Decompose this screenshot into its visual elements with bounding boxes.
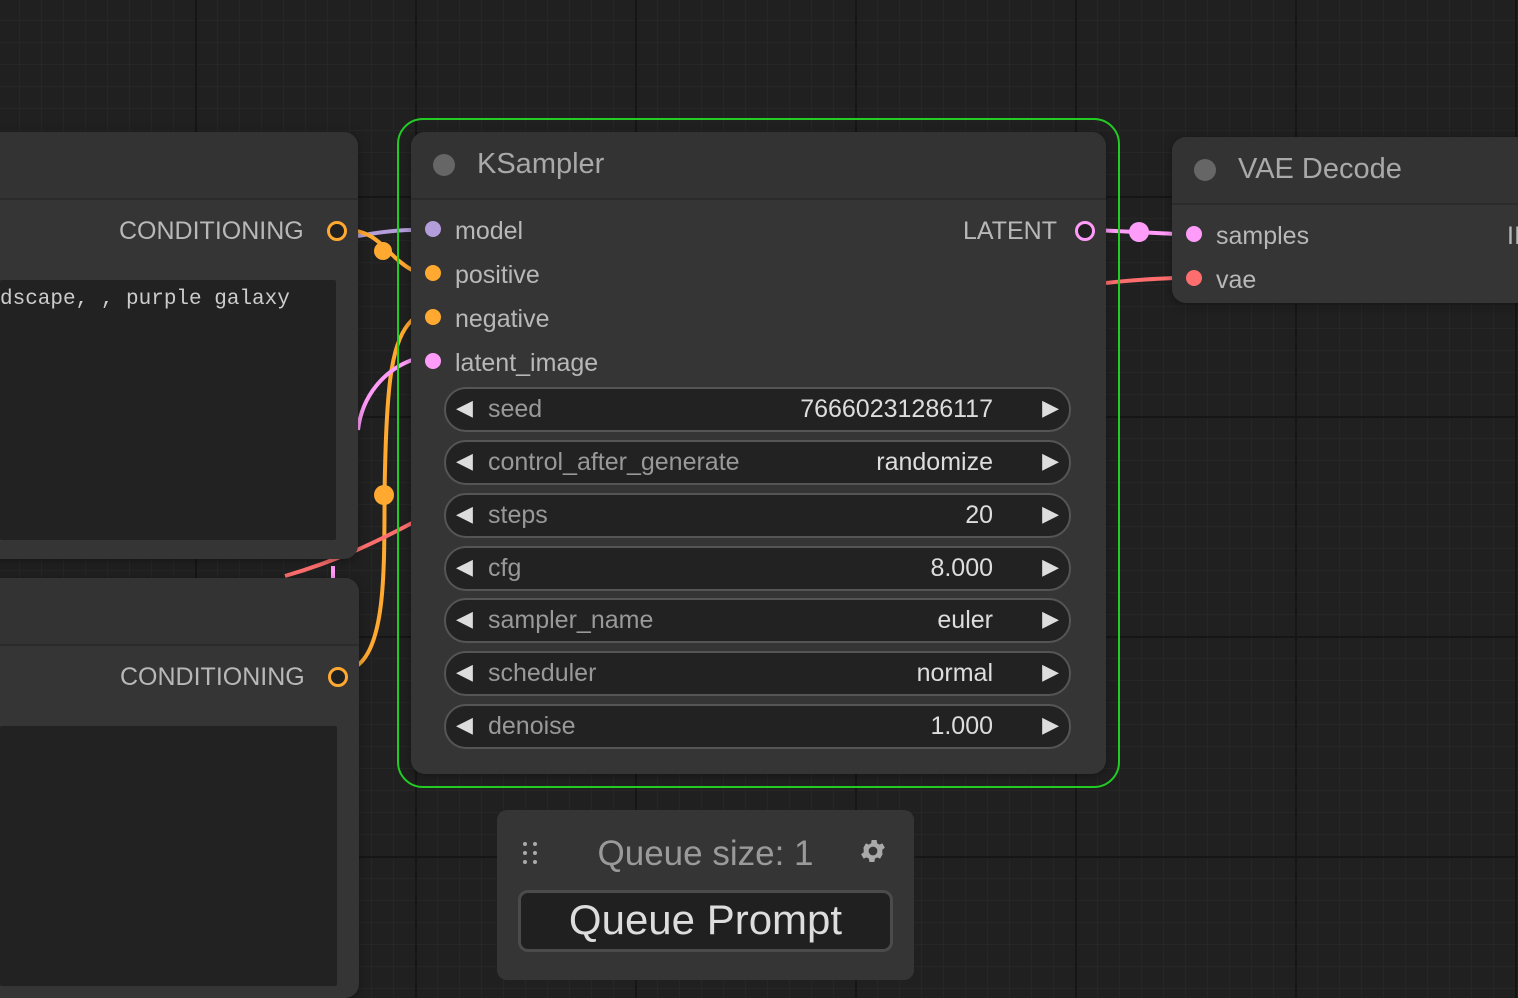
widget-value[interactable]: 8.000 (930, 554, 993, 583)
queue-size-label: Queue size: 1 (597, 834, 814, 873)
widget-seed[interactable]: ◀ seed 76660231286117 ▶ (444, 387, 1071, 432)
increment-arrow-icon[interactable]: ▶ (1042, 448, 1059, 474)
gear-icon[interactable] (858, 836, 888, 866)
input-label-latent-image: latent_image (455, 349, 599, 377)
decrement-arrow-icon[interactable]: ◀ (456, 659, 473, 685)
output-slot-latent[interactable] (1075, 221, 1095, 241)
link-negative-midpoint (374, 485, 394, 505)
widget-name: sampler_name (488, 606, 654, 634)
decrement-arrow-icon[interactable]: ◀ (456, 395, 473, 421)
widget-sampler-name[interactable]: ◀ sampler_name euler ▶ (444, 598, 1071, 643)
input-slot-latent-image[interactable] (425, 353, 441, 369)
node-title-bar[interactable] (0, 132, 358, 200)
decrement-arrow-icon[interactable]: ◀ (456, 712, 473, 738)
clip-text-encode-node-top[interactable]: CONDITIONING dscape, , purple galaxy (0, 132, 358, 559)
link-positive-midpoint (374, 242, 392, 260)
widget-name: seed (488, 395, 543, 423)
input-slot-positive[interactable] (425, 265, 441, 281)
widget-value[interactable]: 20 (965, 501, 993, 530)
node-title: KSampler (477, 148, 605, 180)
widget-scheduler[interactable]: ◀ scheduler normal ▶ (444, 651, 1071, 696)
link-latent-midpoint (1129, 222, 1149, 242)
decrement-arrow-icon[interactable]: ◀ (456, 606, 473, 632)
widget-control-after-generate[interactable]: ◀ control_after_generate randomize ▶ (444, 440, 1071, 485)
widget-value[interactable]: 1.000 (930, 712, 993, 741)
clip-text-encode-node-bottom[interactable]: CONDITIONING (0, 578, 359, 998)
widget-value[interactable]: euler (937, 606, 993, 635)
output-label-conditioning: CONDITIONING (120, 663, 305, 691)
widget-denoise[interactable]: ◀ denoise 1.000 ▶ (444, 704, 1071, 749)
widget-value[interactable]: randomize (876, 448, 993, 477)
output-label-conditioning: CONDITIONING (119, 217, 304, 245)
increment-arrow-icon[interactable]: ▶ (1042, 606, 1059, 632)
increment-arrow-icon[interactable]: ▶ (1042, 554, 1059, 580)
widget-name: scheduler (488, 659, 597, 687)
input-label-samples: samples (1216, 222, 1310, 250)
decrement-arrow-icon[interactable]: ◀ (456, 501, 473, 527)
widget-value[interactable]: normal (917, 659, 993, 688)
output-label-partial: II (1507, 222, 1518, 250)
decrement-arrow-icon[interactable]: ◀ (456, 448, 473, 474)
output-slot-conditioning[interactable] (328, 667, 348, 687)
node-title-bar[interactable] (0, 578, 359, 646)
input-label-negative: negative (455, 305, 550, 333)
increment-arrow-icon[interactable]: ▶ (1042, 712, 1059, 738)
input-label-model: model (455, 217, 524, 245)
output-label-latent: LATENT (963, 217, 1057, 245)
output-slot-conditioning[interactable] (327, 221, 347, 241)
widget-name: denoise (488, 712, 576, 740)
queue-panel: Queue size: 1 Queue Prompt (497, 810, 914, 980)
vae-decode-node[interactable]: VAE Decode samples vae II (1172, 137, 1518, 303)
increment-arrow-icon[interactable]: ▶ (1042, 659, 1059, 685)
decrement-arrow-icon[interactable]: ◀ (456, 554, 473, 580)
widget-cfg[interactable]: ◀ cfg 8.000 ▶ (444, 546, 1071, 591)
input-slot-negative[interactable] (425, 309, 441, 325)
increment-arrow-icon[interactable]: ▶ (1042, 501, 1059, 527)
prompt-textarea[interactable]: dscape, , purple galaxy (0, 280, 336, 540)
widget-name: control_after_generate (488, 448, 740, 476)
widget-name: steps (488, 501, 548, 529)
prompt-textarea[interactable] (0, 726, 337, 986)
widget-value[interactable]: 76660231286117 (800, 395, 993, 424)
collapse-dot-icon[interactable] (433, 154, 455, 176)
widget-steps[interactable]: ◀ steps 20 ▶ (444, 493, 1071, 538)
input-label-positive: positive (455, 261, 540, 289)
input-label-vae: vae (1216, 266, 1257, 294)
increment-arrow-icon[interactable]: ▶ (1042, 395, 1059, 421)
collapse-dot-icon[interactable] (1194, 159, 1216, 181)
ksampler-node[interactable]: KSampler model positive negative latent_… (411, 132, 1106, 774)
queue-prompt-button[interactable]: Queue Prompt (518, 890, 893, 952)
node-title: VAE Decode (1238, 153, 1402, 185)
widget-name: cfg (488, 554, 522, 582)
input-slot-model[interactable] (425, 221, 441, 237)
input-slot-vae[interactable] (1186, 270, 1202, 286)
input-slot-samples[interactable] (1186, 226, 1202, 242)
prompt-text: dscape, , purple galaxy (0, 288, 290, 311)
